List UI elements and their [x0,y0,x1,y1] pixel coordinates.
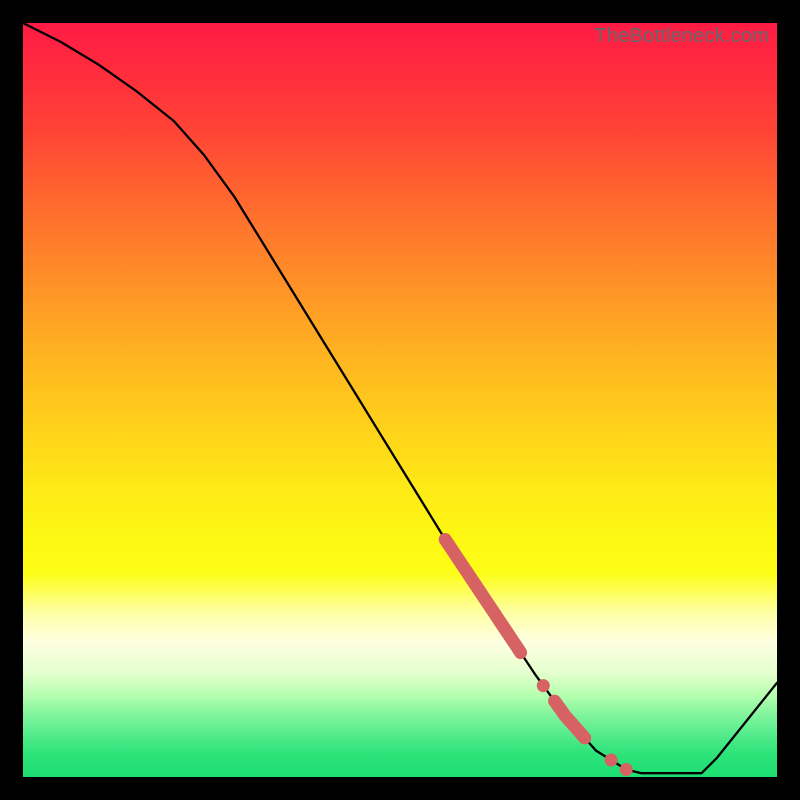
chart-svg [23,23,777,777]
markers-group [445,540,633,777]
marker-dot [537,679,550,692]
plot-area: TheBottleneck.com [23,23,777,777]
marker-dot [620,763,633,776]
marker-dot [605,754,618,767]
chart-frame: TheBottleneck.com [0,0,800,800]
main-curve [23,23,777,773]
curve-group [23,23,777,773]
marker-segment [555,701,585,738]
watermark-text: TheBottleneck.com [594,25,769,48]
marker-segment [445,540,520,653]
